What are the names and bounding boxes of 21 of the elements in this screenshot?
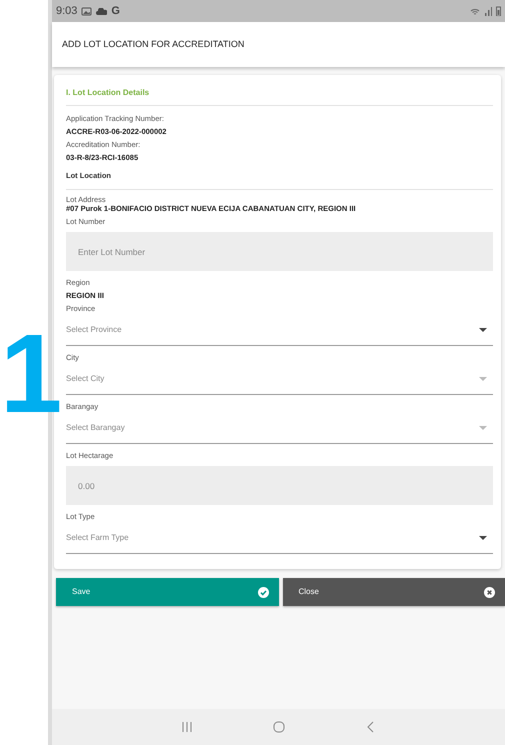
check-circle-icon [258, 586, 268, 598]
battery-icon [496, 6, 501, 16]
back-icon[interactable] [364, 720, 376, 734]
wifi-icon [470, 6, 480, 16]
notification-letter: G [111, 4, 120, 19]
status-time: 9:03 [56, 4, 78, 19]
gallery-icon [81, 6, 92, 16]
select-field[interactable]: Select Farm Type [66, 523, 493, 554]
close-button[interactable]: Close [282, 578, 505, 606]
cloud-icon [96, 8, 108, 14]
input-field[interactable]: 0.00 [66, 466, 493, 506]
step-number: 1 [0, 318, 62, 430]
select-field[interactable]: Select Province [66, 315, 493, 346]
input-field[interactable]: Enter Lot Number [66, 232, 493, 272]
recent-apps-icon[interactable] [180, 720, 192, 734]
home-icon[interactable] [272, 720, 284, 734]
page-title: ADD LOT LOCATION FOR ACCREDITATION [62, 38, 244, 51]
close-circle-icon [484, 586, 495, 598]
signal-icon [484, 6, 492, 16]
save-button[interactable]: Save [56, 578, 278, 606]
section-title: I. Lot Location Details [66, 83, 493, 106]
